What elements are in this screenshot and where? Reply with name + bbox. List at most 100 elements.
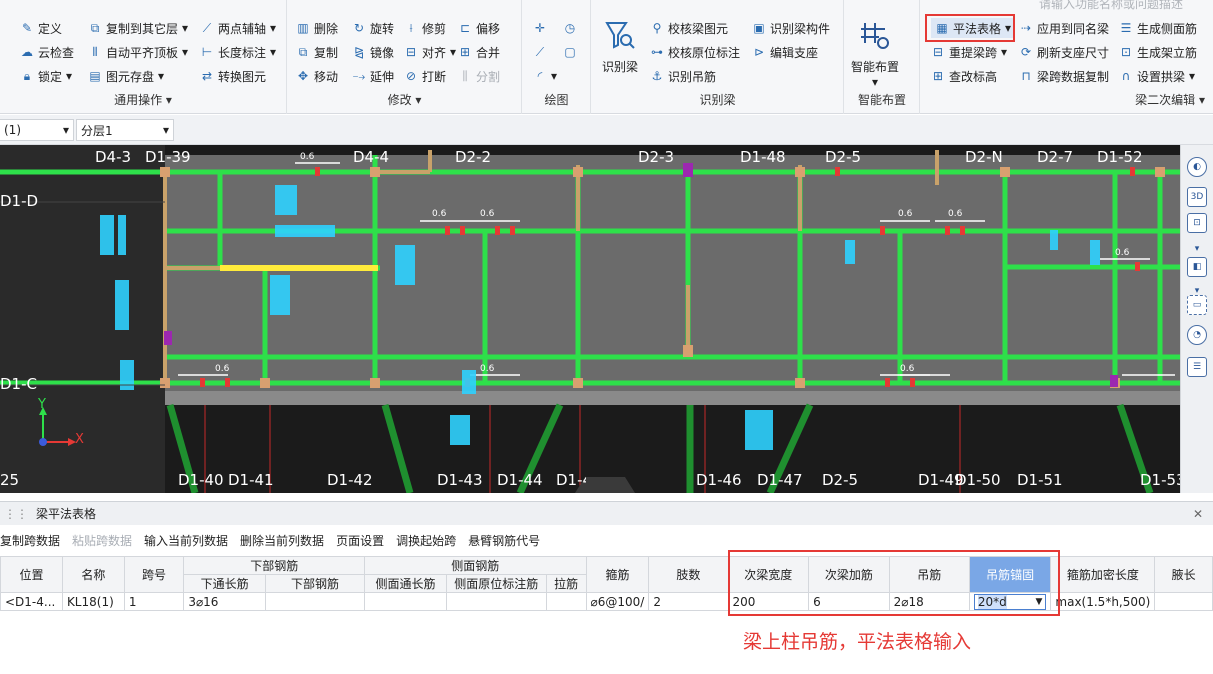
extend-button[interactable]: ⤍ 延伸 [352,66,394,86]
header-side-original[interactable]: 侧面原位标注筋 [445,574,547,593]
header-side-through[interactable]: 侧面通长筋 [364,574,447,593]
header-sec-beam-width[interactable]: 次梁宽度 [727,556,810,593]
chevron-down-icon[interactable]: ▾ [1187,239,1207,259]
recognize-hanger-button[interactable]: ⚓︎ 识别吊筋 [650,66,716,86]
re-pick-span-button[interactable]: ⊟ 重提梁跨 ▾ [931,42,1007,62]
check-original-mark-button[interactable]: ⊶ 校核原位标注 [650,42,740,62]
cell-side-through[interactable] [364,592,447,611]
paste-span-button[interactable]: 粘贴跨数据 [72,532,132,549]
smart-layout-button[interactable]: 智能布置 ▾ [851,18,899,89]
cell-hanger[interactable]: 2⌀18 [888,592,970,611]
copy-button[interactable]: ⧉ 复制 [296,42,338,62]
drag-handle-icon[interactable]: ⋮⋮ [4,507,28,521]
split-button[interactable]: ⫼ 分割 [458,66,500,86]
cantilever-code-button[interactable]: 悬臂钢筋代号 [468,532,540,549]
trim-button[interactable]: ⟊ 修剪 [404,18,446,38]
view-top-icon[interactable]: ⊡ [1187,213,1207,233]
input-col-button[interactable]: 输入当前列数据 [144,532,228,549]
group-secondary-edit-title[interactable]: 梁二次编辑 ▾ [921,91,1213,108]
cell-tie-bar[interactable] [545,592,587,611]
delete-button[interactable]: ▥ 删除 [296,18,338,38]
cell-bottom-bar[interactable] [264,592,366,611]
gen-erection-bar-button[interactable]: ⊡ 生成架立筋 [1119,42,1197,62]
mirror-button[interactable]: ⧎ 镜像 [352,42,394,62]
view-sphere-icon[interactable]: ◐ [1187,157,1207,177]
copy-to-floor-button[interactable]: ⧉ 复制到其它层 ▾ [88,18,188,38]
check-beam-element-button[interactable]: ⚲ 校核梁图元 [650,18,728,38]
copy-span-button[interactable]: 复制跨数据 [0,532,60,549]
cell-position[interactable]: <D1-4... [0,592,63,611]
lock-button[interactable]: 🔒︎ 锁定 ▾ [20,66,72,86]
cloud-check-button[interactable]: ☁ 云检查 [20,42,74,62]
header-haunch-len[interactable]: 腋长 [1154,556,1213,593]
swap-start-button[interactable]: 调换起始跨 [396,532,456,549]
axis-label-bottom: D1-41 [228,471,274,489]
cell-hanger-anchor[interactable]: 20*d ▼ [968,592,1052,611]
select-box-icon[interactable]: ▭ [1187,295,1207,315]
chevron-down-icon[interactable]: ▼ [1035,597,1042,607]
check-elevation-button[interactable]: ⊞ 查改标高 [931,66,997,86]
group-general-title[interactable]: 通用操作 ▾ [0,91,286,108]
drawing-canvas[interactable]: D4-3 D1-39 D4-4 D2-2 D2-3 D1-48 D2-5 D2-… [0,145,1180,493]
header-stirrup-dense-len[interactable]: 箍筋加密长度 [1050,556,1156,593]
element-storage-button[interactable]: ▤ 图元存盘 ▾ [88,66,164,86]
apply-same-name-button[interactable]: ⇢ 应用到同名梁 [1019,18,1109,38]
page-setup-button[interactable]: 页面设置 [336,532,384,549]
properties-icon[interactable]: ☰ [1187,357,1207,377]
group-modify-title[interactable]: 修改 ▾ [288,91,521,108]
rotate-button[interactable]: ↻ 旋转 [352,18,394,38]
cell-sec-beam-width[interactable]: 200 [727,592,810,611]
header-bottom-bar[interactable]: 下部钢筋 [264,574,366,593]
close-icon[interactable]: ✕ [1193,507,1203,521]
move-button[interactable]: ✥ 移动 [296,66,338,86]
length-dim-button[interactable]: ⊢ 长度标注 ▾ [200,42,276,62]
header-bottom-through[interactable]: 下通长筋 [183,574,266,593]
view-3d-icon[interactable]: 3D [1187,187,1207,207]
orbit-icon[interactable]: ◔ [1187,325,1207,345]
header-stirrup[interactable]: 箍筋 [585,556,650,593]
chevron-down-icon: ▾ [270,45,277,59]
header-hanger-anchor[interactable]: 吊筋锚固 [968,556,1052,593]
header-position[interactable]: 位置 [0,556,63,593]
offset-button[interactable]: ⊏ 偏移 [458,18,500,38]
rect-tool-button[interactable]: ◷ [563,18,577,38]
header-legs[interactable]: 肢数 [648,556,729,593]
point-tool-button[interactable]: ✛ [533,18,547,38]
header-sec-beam-add[interactable]: 次梁加筋 [808,556,890,593]
cell-stirrup-dense-len[interactable]: max(1.5*h,500) [1050,592,1156,611]
hanger-anchor-dropdown[interactable]: 20*d ▼ [973,593,1047,610]
box-tool-button[interactable]: ▢ [563,42,577,62]
edit-support-button[interactable]: ⊳ 编辑支座 [752,42,818,62]
header-name[interactable]: 名称 [61,556,125,593]
set-arch-bar-button[interactable]: ∩ 设置拱梁 ▾ [1119,66,1195,86]
recognize-beam-button[interactable]: 识别梁 [602,18,638,75]
floor-select[interactable]: 分层1 ▾ [76,119,174,141]
cell-side-original[interactable] [445,592,547,611]
cell-bottom-through[interactable]: 3⌀16 [183,592,266,611]
recognize-beam-member-button[interactable]: ▣ 识别梁构件 [752,18,830,38]
copy-span-data-button[interactable]: ⊓ 梁跨数据复制 [1019,66,1109,86]
merge-button[interactable]: ⊞ 合并 [458,42,500,62]
break-button[interactable]: ⊘ 打断 [404,66,446,86]
header-span-no[interactable]: 跨号 [123,556,185,593]
auto-flush-top-button[interactable]: ⫴ 自动平齐顶板 ▾ [88,42,188,62]
cell-haunch-len[interactable] [1154,592,1213,611]
refresh-support-button[interactable]: ⟳ 刷新支座尺寸 [1019,42,1109,62]
header-tie-bar[interactable]: 拉筋 [545,574,587,593]
two-point-axis-button[interactable]: ⟋ 两点辅轴 ▾ [200,18,276,38]
gen-side-bar-button[interactable]: ☰ 生成侧面筋 [1119,18,1197,38]
cell-name[interactable]: KL18(1) [61,592,125,611]
align-button[interactable]: ⊟ 对齐 ▾ [404,42,456,62]
convert-element-button[interactable]: ⇄ 转换图元 [200,66,266,86]
line-tool-button[interactable]: ⟋ [533,42,547,62]
arc-tool-button[interactable]: ◜ ▾ [533,66,557,86]
cell-legs[interactable]: 2 [648,592,729,611]
cell-sec-beam-add[interactable]: 6 [808,592,890,611]
header-hanger[interactable]: 吊筋 [888,556,970,593]
delete-col-button[interactable]: 删除当前列数据 [240,532,324,549]
view-cube-icon[interactable]: ◧ [1187,257,1207,277]
component-select[interactable]: (1) ▾ [0,119,74,141]
cell-stirrup[interactable]: ⌀6@100/ [585,592,650,611]
cell-span-no[interactable]: 1 [123,592,185,611]
define-button[interactable]: ✎ 定义 [20,18,62,38]
